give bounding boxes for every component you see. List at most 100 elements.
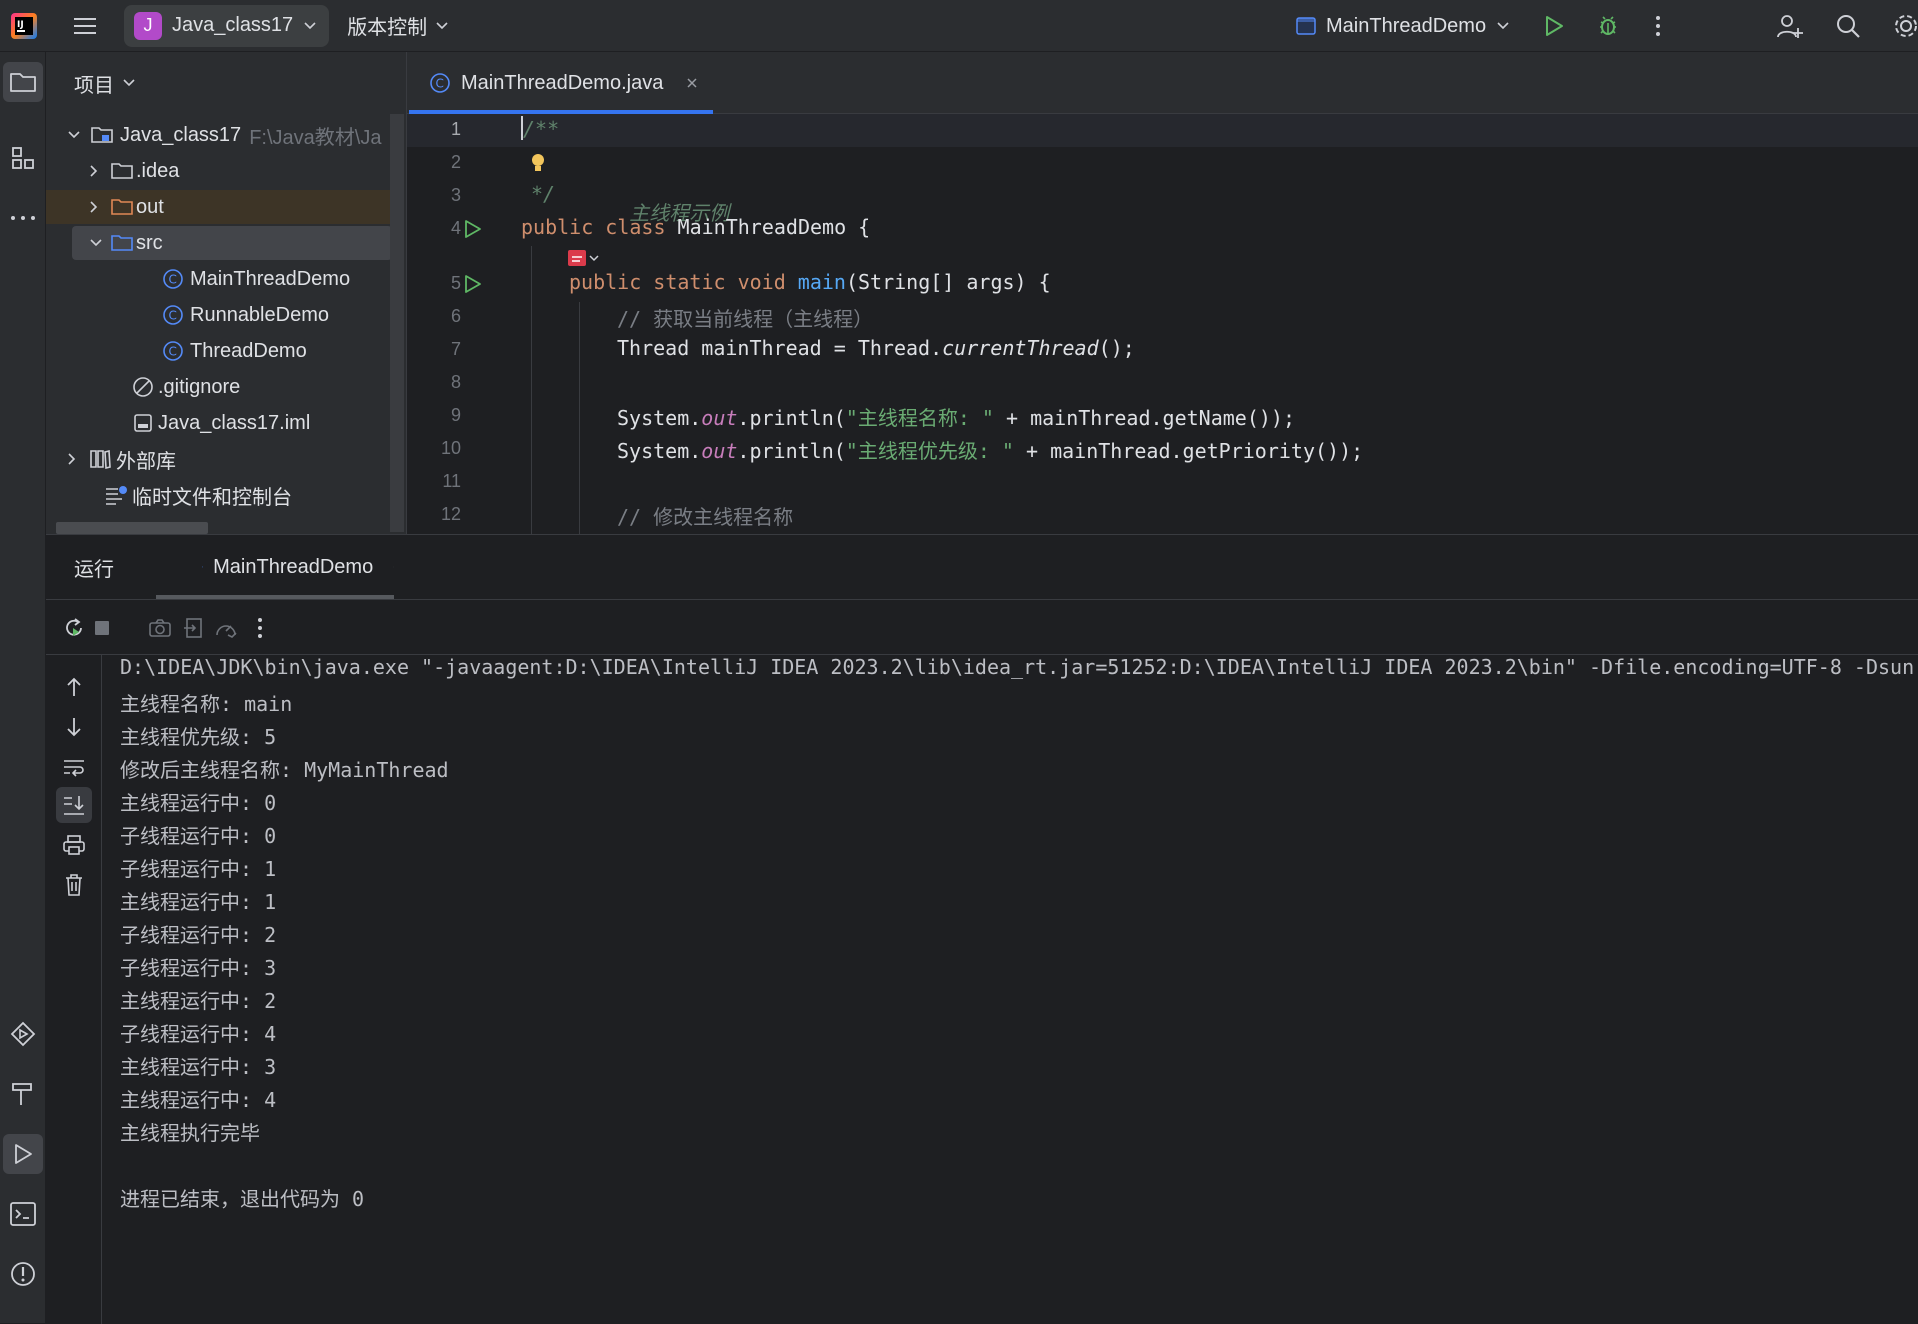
console-output[interactable]: D:\IDEA\JDK\bin\java.exe "-javaagent:D:\… <box>120 655 1918 1324</box>
tree-item-src[interactable]: src <box>72 226 392 260</box>
console-line: 主线程运行中: 4 <box>120 1084 276 1117</box>
run-icon[interactable] <box>1536 8 1572 44</box>
run-tool-icon[interactable] <box>3 1134 43 1174</box>
svg-text:C: C <box>169 273 177 287</box>
run-config-selector[interactable]: MainThreadDemo <box>1296 8 1510 44</box>
project-vertical-scrollbar[interactable] <box>390 114 404 532</box>
console-line: 子线程运行中: 0 <box>120 820 276 853</box>
tree-item-project-root[interactable]: Java_class17 F:\Java教材\Ja <box>46 118 392 152</box>
java-class-icon: C <box>162 340 184 362</box>
console-line: 主线程优先级: 5 <box>120 721 276 754</box>
project-horizontal-scrollbar[interactable] <box>56 522 208 534</box>
stop-icon[interactable] <box>84 610 120 646</box>
console-side-toolbar <box>46 655 102 1324</box>
tree-item-mainthreaddemo[interactable]: C MainThreadDemo <box>46 262 392 296</box>
line-number: 6 <box>411 306 461 327</box>
application-config-icon <box>1296 17 1316 35</box>
soft-wrap-icon[interactable] <box>56 749 92 785</box>
profiler-icon[interactable] <box>208 610 244 646</box>
console-line: 进程已结束，退出代码为 0 <box>120 1183 364 1216</box>
left-tool-strip <box>0 52 46 1323</box>
more-actions-icon[interactable] <box>242 610 278 646</box>
vcs-menu[interactable]: 版本控制 <box>347 11 449 40</box>
tree-item-label: RunnableDemo <box>190 304 329 327</box>
console-line: 主线程运行中: 1 <box>120 886 276 919</box>
project-selector[interactable]: J Java_class17 <box>124 5 329 47</box>
console-line: 主线程执行完毕 <box>120 1117 260 1150</box>
scroll-to-end-icon[interactable] <box>56 787 92 823</box>
tree-item-threaddemo[interactable]: C ThreadDemo <box>46 334 392 368</box>
print-icon[interactable] <box>56 827 92 863</box>
inlay-hint-row <box>521 246 593 270</box>
code-line-7: Thread mainThread = Thread.currentThread… <box>521 336 1135 369</box>
line-number: 4 <box>411 218 461 239</box>
iml-file-icon <box>132 412 154 434</box>
services-icon[interactable] <box>3 1014 43 1054</box>
problems-icon[interactable] <box>3 1254 43 1294</box>
search-icon[interactable] <box>1830 8 1866 44</box>
code-area[interactable]: /** 主线程示例 */ public class MainThreadDemo… <box>521 114 1911 534</box>
excluded-folder-icon <box>110 197 134 217</box>
code-line-6: // 获取当前线程（主线程） <box>521 303 873 336</box>
dump-threads-camera-icon[interactable] <box>142 610 178 646</box>
tree-item-iml[interactable]: Java_class17.iml <box>46 406 392 440</box>
line-number: 7 <box>411 339 461 360</box>
console-line: 子线程运行中: 1 <box>120 853 276 886</box>
project-panel-header[interactable]: 项目 <box>46 52 406 114</box>
project-folder-icon[interactable] <box>3 62 43 102</box>
intellij-logo-icon[interactable]: IJ <box>4 6 44 46</box>
close-icon[interactable] <box>393 560 394 574</box>
line-number: 3 <box>411 185 461 206</box>
arrow-up-icon[interactable] <box>56 669 92 705</box>
chevron-right-icon <box>88 163 100 179</box>
more-tools-icon[interactable] <box>3 198 43 238</box>
lightbulb-icon[interactable] <box>529 151 547 175</box>
tree-item-out[interactable]: out <box>46 190 392 224</box>
project-badge: J <box>134 12 162 40</box>
project-name: Java_class17 <box>172 14 293 37</box>
terminal-icon[interactable] <box>3 1194 43 1234</box>
tree-item-label: ThreadDemo <box>190 340 307 363</box>
tree-item-scratches[interactable]: 临时文件和控制台 <box>46 478 392 512</box>
run-gutter-icon[interactable] <box>463 273 483 295</box>
tree-item-label: .idea <box>136 160 179 183</box>
console-line: 子线程运行中: 4 <box>120 1018 276 1051</box>
run-tab-bar: 运行 MainThreadDemo <box>46 535 1918 599</box>
add-user-icon[interactable] <box>1772 8 1808 44</box>
build-hammer-icon[interactable] <box>3 1074 43 1114</box>
run-panel-title: 运行 <box>74 553 114 582</box>
ai-badge-icon[interactable] <box>567 248 601 268</box>
java-class-icon: C <box>429 72 451 94</box>
more-actions-icon[interactable] <box>1640 8 1676 44</box>
code-editor: C MainThreadDemo.java 1 2 3 4 5 6 7 8 9 … <box>406 52 1918 534</box>
java-class-icon: C <box>162 268 184 290</box>
tree-item-label: .gitignore <box>158 376 240 399</box>
application-config-icon <box>202 558 203 576</box>
tree-item-gitignore[interactable]: .gitignore <box>46 370 392 404</box>
close-icon[interactable] <box>685 76 699 90</box>
run-tab-mainthreaddemo[interactable]: MainThreadDemo <box>156 535 394 599</box>
tab-label: MainThreadDemo.java <box>461 72 663 95</box>
run-config-name: MainThreadDemo <box>1326 15 1486 38</box>
tree-item-runnabledemo[interactable]: C RunnableDemo <box>46 298 392 332</box>
tree-item-external-libraries[interactable]: 外部库 <box>46 442 392 476</box>
debug-icon[interactable] <box>1590 8 1626 44</box>
exit-icon[interactable] <box>176 610 212 646</box>
clear-trash-icon[interactable] <box>56 867 92 903</box>
line-number: 11 <box>411 471 461 492</box>
line-number: 2 <box>411 152 461 173</box>
tree-item-label: 外部库 <box>116 445 176 474</box>
console-line: 主线程运行中: 3 <box>120 1051 276 1084</box>
tree-item-label: out <box>136 196 164 219</box>
console-line: 主线程运行中: 2 <box>120 985 276 1018</box>
code-line-2: 主线程示例 <box>521 149 729 182</box>
run-gutter-icon[interactable] <box>463 218 483 240</box>
tab-mainthreaddemo-java[interactable]: C MainThreadDemo.java <box>409 52 713 114</box>
code-line-4: public class MainThreadDemo { <box>521 215 870 248</box>
structure-icon[interactable] <box>3 138 43 178</box>
code-line-12: // 修改主线程名称 <box>521 501 793 534</box>
arrow-down-icon[interactable] <box>56 709 92 745</box>
main-menu-icon[interactable] <box>68 8 104 44</box>
tree-item-idea[interactable]: .idea <box>46 154 392 188</box>
settings-gear-icon[interactable] <box>1888 8 1918 44</box>
